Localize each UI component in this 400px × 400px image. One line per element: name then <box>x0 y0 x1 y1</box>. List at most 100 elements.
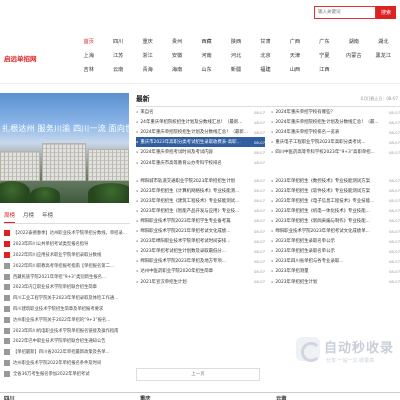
news-item[interactable]: 2023年单招招生《数控技术》专业技能测试方案 08-07 <box>271 176 400 186</box>
news-item[interactable]: 2023年单招招生《软件技术》专业技能测试方案 08-07 <box>271 186 400 196</box>
nav-item[interactable]: 甘肃 <box>251 38 280 46</box>
news-item[interactable]: 达州中医药职业学院2020年招生简章 08-07 <box>136 266 265 276</box>
nav-item[interactable]: 内蒙古 <box>339 52 368 60</box>
nav-item[interactable]: 新疆 <box>221 66 250 74</box>
ranking-item[interactable]: 四川建筑职业技术学院招生简章及单招报考要求 <box>4 304 130 315</box>
section-chongqing[interactable]: 重庆 <box>140 394 151 400</box>
news-item[interactable]: 2023年单招招生《电子信息工程技术》专业技能... 08-07 <box>271 196 400 206</box>
news-item-date: 08-07 <box>388 188 400 194</box>
ranking-item[interactable]: 2023年四川机电职业技术学院单招报名链接及操作指南 <box>4 325 130 336</box>
nav-item[interactable]: 山东 <box>192 66 221 74</box>
nav-item[interactable]: 湖南 <box>339 38 368 46</box>
news-item[interactable]: 绵阳职业技术学院2023年单招及地方专项... 08-07 <box>136 256 265 266</box>
site-logo[interactable]: 启远单招网 <box>4 53 37 63</box>
prev-page-button[interactable]: 上一页 <box>136 368 260 381</box>
nav-item[interactable]: 江西 <box>310 66 339 74</box>
news-item[interactable]: 2021年宣汉单招生计划 08-07 <box>136 277 265 287</box>
nav-item[interactable]: 湖北 <box>369 38 398 46</box>
ranking-item[interactable]: 四川工业工程学院关于2023年单招录取及体检工作通... <box>4 293 130 304</box>
news-item[interactable]: 2023年单招招生《计算机网络技术》专业技能测... 08-07 <box>136 186 265 196</box>
ranking-item[interactable]: 【2022泰德春季】达州职业技术学院单招分数线，单招录... <box>4 228 130 239</box>
ranking-item[interactable]: 【单招最新】四川省2022年单招最新政策及各单... <box>4 347 130 358</box>
nav-item[interactable]: 江苏 <box>103 52 132 60</box>
nav-item[interactable]: 云南 <box>103 66 132 74</box>
ranking-item[interactable]: 2022年四川职教高考单招报考指南【单招报名第二... <box>4 260 130 271</box>
ranking-item[interactable]: 达州职业技术学院2022年单招报名条件及时间 <box>4 358 130 369</box>
news-item[interactable]: 2023年单招测量 08-07 <box>271 266 400 276</box>
news-item[interactable]: 来自名 08-07 <box>136 107 265 117</box>
ranking-item[interactable]: 全省36万考生报名参加2022年单招考试 <box>4 368 130 379</box>
ranking-item[interactable]: 2023年四川公共单招考试类型报名指导 <box>4 239 130 250</box>
news-item[interactable]: 2023年绵阳职业技术学院单招考试时间安排... 08-07 <box>136 236 265 246</box>
nav-item[interactable]: 贵州 <box>162 38 191 46</box>
nav-item[interactable]: 福建 <box>251 66 280 74</box>
news-item[interactable]: 绵阳职业技术学院2023年单招学生专业备考篇 08-07 <box>136 216 265 226</box>
news-item[interactable]: 绵阳城市轨道交通职业学院2023年单招招生计划 08-07 <box>136 176 265 186</box>
news-item-title: 2023年单招招生《软件技术》专业技能测试方案 <box>275 188 370 194</box>
nav-item[interactable]: 天津 <box>280 52 309 60</box>
news-item[interactable]: 四川中医药高等专科学校2023年“9+3”高职单招... 08-07 <box>271 147 400 157</box>
news-item[interactable]: 2023年单招招生《智能产品开发与应用》专业技... 08-07 <box>136 206 265 216</box>
news-item[interactable]: 2023年单招招生录取名单公示 08-07 <box>271 246 400 256</box>
nav-item[interactable]: 宁夏 <box>310 52 339 60</box>
nav-item[interactable]: 广西 <box>280 38 309 46</box>
news-item-date: 08-07 <box>253 109 265 115</box>
news-item[interactable]: 绵阳职业技术学院2023年单招考试文化成绩单... 08-07 <box>271 226 400 236</box>
news-item-title: 2024年重庆单招院校招生计划及分数线汇总！（最新... <box>140 130 248 136</box>
news-item[interactable]: 2024年重庆单招院校招生计划及分数线汇总！（最新... 08-07 <box>136 127 265 137</box>
tab-year[interactable]: 年榜 <box>42 210 53 223</box>
ranking-item[interactable]: 达州职业技术学院关于2022年单招的“9+3”报名... <box>4 314 130 325</box>
search-box[interactable] <box>314 6 376 19</box>
news-item[interactable]: 重庆电子工程职业学院2023年高职分类考试... 08-07 <box>271 137 400 147</box>
nav-item[interactable]: 首页 <box>74 38 103 46</box>
building-center <box>42 143 86 181</box>
news-item[interactable]: 2024年重庆单招学校有哪些？ 08-07 <box>271 107 400 117</box>
ranking-item[interactable]: 2023年内江职业技术学院单招联合招生简章 <box>4 282 130 293</box>
nav-item[interactable]: 重庆 <box>133 38 162 46</box>
news-item[interactable]: 2024年重庆单招院校招生计划及分数线汇总！（最... 08-07 <box>271 117 400 127</box>
news-item[interactable]: 2023年四川省单招与各专业录取... 08-07 <box>271 256 400 266</box>
news-item[interactable]: 绵阳职业技术学院2021年单招考试文化成绩... 08-07 <box>136 226 265 236</box>
news-item[interactable]: 2024年重庆单招学校排名一览表 08-07 <box>271 127 400 137</box>
nav-item[interactable]: 海南 <box>162 66 191 74</box>
news-divider <box>136 168 400 176</box>
tab-week[interactable]: 周榜 <box>4 210 16 223</box>
news-item[interactable]: 2023年单招招生计划 08-07 <box>271 277 400 287</box>
section-yunnan[interactable]: 云南 <box>276 394 287 400</box>
news-item[interactable]: 2023年单招招生《新闻采编与制作》专业技能... 08-07 <box>271 216 400 226</box>
nav-item[interactable]: 河北 <box>221 52 250 60</box>
nav-item[interactable]: 山西 <box>280 66 309 74</box>
news-item[interactable]: 2023年单招招生《机电一体化技术》专业技能... 08-07 <box>271 206 400 216</box>
news-item[interactable]: 24年重庆单招院校招生计划及分数线汇总！（最新... 08-07 <box>136 117 265 127</box>
ranking-item[interactable]: 西藏民族学院2021年单招“9+3”类别新生报名... <box>4 271 130 282</box>
nav-item[interactable]: 吉林 <box>74 66 103 74</box>
tab-month[interactable]: 月榜 <box>23 210 34 223</box>
news-item[interactable]: 2024年重庆市高等教育公办专科学校排名 08-07 <box>136 157 265 167</box>
news-item-title: 2023年单招招生《智能产品开发与应用》专业技... <box>140 208 240 214</box>
nav-item[interactable]: 黑龙江 <box>369 52 398 60</box>
nav-item[interactable]: 安徽 <box>162 52 191 60</box>
banner-image[interactable]: 扎根达州 服务川渝 四川一流 面向世界 <box>0 93 129 203</box>
search-button[interactable]: 搜索 <box>376 6 396 19</box>
news-item[interactable]: 2023年单招考试招生计划数及录取最低分... 08-07 <box>136 246 265 256</box>
news-item[interactable]: 重庆市2023年高职分类考试招生录取收费表-高职... 08-07 <box>136 137 265 148</box>
news-item[interactable]: 2023年单招招生《建筑工程技术》专业技能测试... 08-07 <box>136 196 265 206</box>
news-item-title: 24年重庆单招院校招生计划及分数线汇总！（最新... <box>140 120 243 126</box>
news-item[interactable]: 2023年单招招生录取名单公示 08-07 <box>271 236 400 246</box>
section-sichuan[interactable]: 四川 <box>4 394 15 400</box>
news-item-title: 绵阳职业技术学院2023年单招学生专业备考篇 <box>140 218 231 224</box>
nav-item[interactable]: 北京 <box>251 52 280 60</box>
nav-item[interactable]: 青海 <box>133 66 162 74</box>
nav-item[interactable]: 河南 <box>192 52 221 60</box>
search-input[interactable] <box>315 7 375 18</box>
news-item[interactable]: 2024年重庆单招考试时间及考试内容 08-07 <box>136 147 265 157</box>
news-item-title: 2023年四川省单招与各专业录取... <box>275 259 344 265</box>
nav-item[interactable]: 上海 <box>74 52 103 60</box>
nav-item[interactable]: 浙江 <box>133 52 162 60</box>
nav-item[interactable]: 西藏 <box>192 38 221 46</box>
nav-item[interactable]: 陕西 <box>221 38 250 46</box>
nav-item[interactable]: 广东 <box>310 38 339 46</box>
ranking-item[interactable]: 2022年巴中职业技术学院单招联合招生通知公告 <box>4 336 130 347</box>
ranking-item[interactable]: 2022年四川应用技术职业学院单招录取分数线 <box>4 250 130 261</box>
nav-item[interactable]: 四川 <box>103 38 132 46</box>
